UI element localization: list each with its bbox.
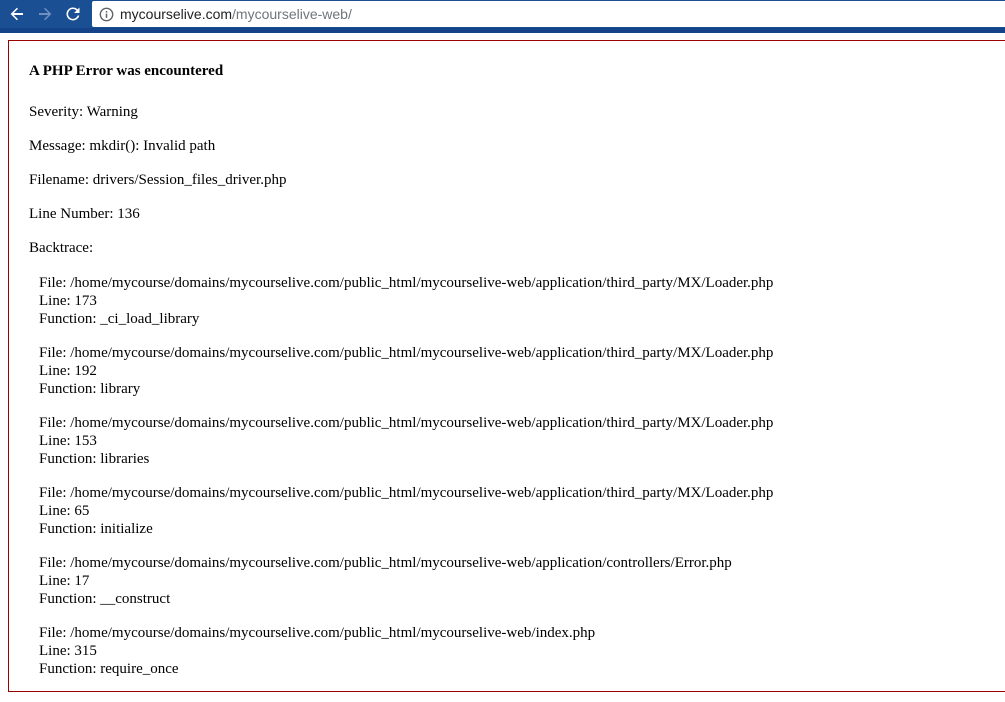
backtrace-function: Function: __construct [39, 591, 171, 607]
address-bar[interactable]: mycourselive.com/mycourselive-web/ [92, 1, 1005, 27]
error-title: A PHP Error was encountered [29, 63, 224, 79]
backtrace-function: Function: library [39, 381, 141, 397]
url-text[interactable]: mycourselive.com/mycourselive-web/ [120, 6, 352, 22]
backtrace-function: Function: _ci_load_library [39, 311, 200, 327]
error-filename: Filename: drivers/Session_files_driver.p… [29, 172, 287, 188]
backtrace-label: Backtrace: [29, 240, 94, 256]
reload-button[interactable] [62, 4, 84, 24]
backtrace-entry: File: /home/mycourse/domains/mycourseliv… [39, 414, 773, 468]
backtrace-function: Function: initialize [39, 521, 153, 537]
backtrace-file: File: /home/mycourse/domains/mycourseliv… [39, 555, 732, 571]
backtrace-line: Line: 153 [39, 433, 97, 449]
backtrace-function: Function: require_once [39, 661, 179, 677]
backtrace-entry: File: /home/mycourse/domains/mycourseliv… [39, 624, 595, 678]
backtrace-file: File: /home/mycourse/domains/mycourseliv… [39, 485, 774, 501]
arrow-right-icon [39, 7, 52, 21]
error-severity: Severity: Warning [29, 104, 138, 120]
error-line-number: Line Number: 136 [29, 206, 140, 222]
backtrace-file: File: /home/mycourse/domains/mycourseliv… [39, 625, 596, 641]
backtrace-entry: File: /home/mycourse/domains/mycourseliv… [39, 344, 773, 398]
backtrace-line: Line: 192 [39, 363, 97, 379]
reload-icon [66, 7, 80, 21]
backtrace-line: Line: 17 [39, 573, 90, 589]
forward-button[interactable] [34, 4, 56, 24]
backtrace-entry: File: /home/mycourse/domains/mycourseliv… [39, 274, 773, 328]
error-message: Message: mkdir(): Invalid path [29, 138, 216, 154]
php-error-box: A PHP Error was encountered Severity: Wa… [8, 40, 1005, 692]
browser-toolbar: mycourselive.com/mycourselive-web/ [0, 0, 1005, 28]
url-path: /mycourselive-web/ [232, 6, 352, 22]
url-host: mycourselive.com [120, 6, 233, 22]
backtrace-entry: File: /home/mycourse/domains/mycourseliv… [39, 484, 773, 538]
backtrace-function: Function: libraries [39, 451, 150, 467]
backtrace-line: Line: 173 [39, 293, 97, 309]
backtrace-line: Line: 315 [39, 643, 97, 659]
toolbar-divider [0, 28, 1005, 33]
backtrace-file: File: /home/mycourse/domains/mycourseliv… [39, 275, 774, 291]
backtrace-file: File: /home/mycourse/domains/mycourseliv… [39, 415, 774, 431]
arrow-left-icon [10, 7, 23, 21]
info-circle-icon[interactable] [98, 6, 114, 22]
back-button[interactable] [6, 4, 28, 24]
backtrace-file: File: /home/mycourse/domains/mycourseliv… [39, 345, 774, 361]
backtrace-line: Line: 65 [39, 503, 90, 519]
backtrace-entry: File: /home/mycourse/domains/mycourseliv… [39, 554, 732, 608]
